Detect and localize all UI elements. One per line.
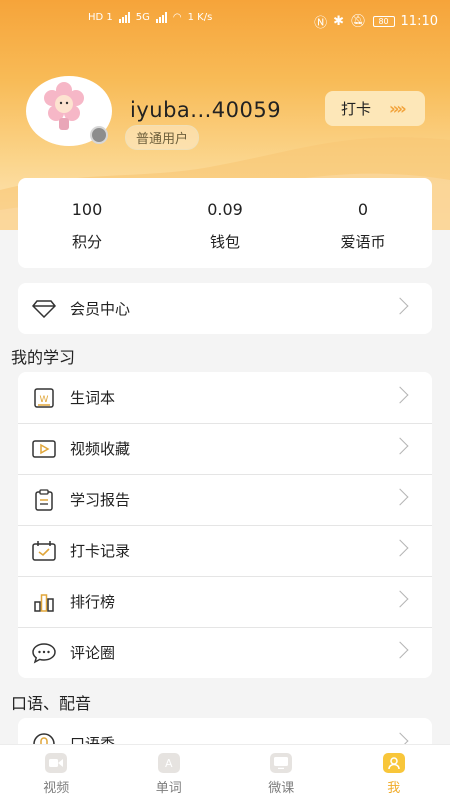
list-item-label: 排行榜 (70, 593, 116, 611)
tab-words[interactable]: A 单词 (113, 745, 226, 800)
word-tab-icon: A (157, 753, 180, 773)
tab-label: 我 (387, 781, 401, 796)
signal-icon (118, 12, 130, 23)
me-tab-icon (382, 753, 405, 773)
clock: 11:10 (400, 14, 438, 29)
sim1-label: HD 1 (88, 12, 113, 23)
tab-label: 微课 (268, 781, 295, 796)
status-right: Ⓝ ✱ 🔕︎ 80 11:10 (314, 12, 438, 31)
list-item-video-favorite[interactable]: 视频收藏 (18, 423, 432, 474)
tab-label: 单词 (155, 781, 182, 796)
stat-value: 0 (357, 200, 369, 219)
micro-course-tab-icon (270, 753, 293, 773)
list-item-ranking[interactable]: 排行榜 (18, 576, 432, 627)
stat-label: 爱语币 (340, 233, 386, 251)
status-bar: HD 1 5G ◠ 1 K/s Ⓝ ✱ 🔕︎ 80 11:10 (0, 0, 450, 40)
list-item-label: 视频收藏 (70, 440, 131, 458)
double-chevron-icon: »» (389, 99, 407, 118)
chevron-right-icon (391, 641, 409, 659)
checkin-label: 打卡 (341, 100, 372, 118)
stat-label: 钱包 (209, 233, 240, 251)
stat-value: 100 (71, 200, 103, 219)
battery-icon: 80 (372, 16, 395, 27)
speed-label: 1 K/s (187, 12, 213, 23)
comment-icon (32, 641, 56, 665)
stat-coins[interactable]: 0 爱语币 (294, 178, 432, 268)
section-title-my-learning: 我的学习 (11, 348, 76, 367)
chevron-right-icon (391, 488, 409, 506)
checkin-record-icon (32, 539, 56, 563)
stats-card: 100 积分 0.09 钱包 0 爱语币 (18, 178, 432, 268)
chevron-right-icon (391, 386, 409, 404)
section-title-speaking: 口语、配音 (11, 694, 92, 713)
username: iyuba...40059 (130, 98, 282, 122)
list-item-label: 评论圈 (70, 644, 116, 662)
checkin-button[interactable]: 打卡 »» (325, 91, 425, 126)
list-item-label: 生词本 (70, 389, 116, 407)
network-label: 5G (135, 12, 150, 23)
wifi-icon: ◠ (172, 12, 182, 23)
tab-micro-course[interactable]: 微课 (225, 745, 338, 800)
tab-video[interactable]: 视频 (0, 745, 113, 800)
video-favorite-icon (32, 437, 56, 461)
bluetooth-icon: ✱ (333, 14, 345, 29)
list-item-checkin-record[interactable]: 打卡记录 (18, 525, 432, 576)
learning-list-card: W 生词本 视频收藏 学习报告 打卡记录 排行榜 评论圈 (18, 372, 432, 678)
ranking-icon (32, 590, 56, 614)
list-item-word-book[interactable]: W 生词本 (18, 372, 432, 423)
avatar-badge-icon (90, 126, 108, 144)
list-item-comments[interactable]: 评论圈 (18, 627, 432, 678)
status-left: HD 1 5G ◠ 1 K/s (88, 12, 212, 23)
member-center-row[interactable]: 会员中心 (18, 283, 432, 334)
chevron-right-icon (391, 297, 409, 315)
list-item-label: 打卡记录 (70, 542, 131, 560)
stat-value: 0.09 (207, 200, 243, 219)
nfc-icon: Ⓝ (314, 16, 328, 31)
word-book-icon: W (32, 386, 56, 410)
stat-points[interactable]: 100 积分 (18, 178, 156, 268)
chevron-right-icon (391, 437, 409, 455)
svg-text:W: W (40, 395, 49, 405)
mute-icon: 🔕︎ (350, 14, 367, 29)
stat-label: 积分 (71, 233, 102, 251)
list-item-study-report[interactable]: 学习报告 (18, 474, 432, 525)
tab-me[interactable]: 我 (338, 745, 450, 800)
video-tab-icon (45, 753, 68, 773)
member-center-label: 会员中心 (70, 300, 131, 318)
diamond-icon (32, 297, 56, 321)
bottom-tab-bar: 视频 A 单词 微课 我 (0, 744, 450, 800)
tab-label: 视频 (43, 781, 70, 796)
user-type-badge: 普通用户 (125, 125, 200, 150)
signal-icon-2 (155, 12, 167, 23)
stat-wallet[interactable]: 0.09 钱包 (156, 178, 294, 268)
list-item-label: 学习报告 (70, 491, 131, 509)
chevron-right-icon (391, 539, 409, 557)
member-center-card: 会员中心 (18, 283, 432, 334)
report-icon (32, 488, 56, 512)
chevron-right-icon (391, 590, 409, 608)
